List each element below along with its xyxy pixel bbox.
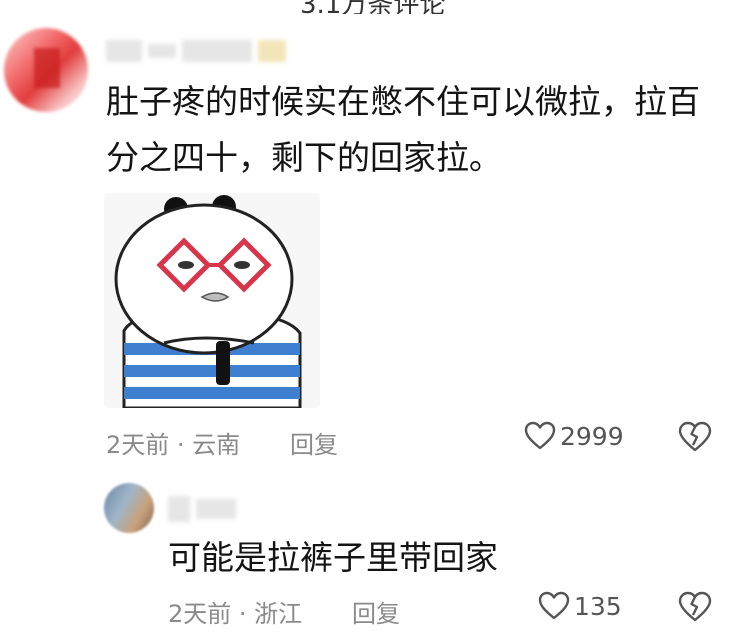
like-count: 135	[574, 591, 622, 621]
broken-heart-icon	[678, 421, 712, 452]
heart-outline-icon	[538, 591, 570, 620]
header-title-clipped: 3.1万条评论	[0, 0, 746, 14]
reply-button[interactable]: 回复	[290, 425, 338, 460]
dislike-button[interactable]	[678, 591, 712, 627]
panda-sticker-icon	[104, 193, 320, 408]
avatar[interactable]	[4, 28, 88, 112]
sticker-image[interactable]	[104, 193, 320, 408]
comment-meta: 2天前 · 浙江	[168, 600, 303, 628]
like-button[interactable]: 2999	[524, 421, 624, 451]
comment-text: 可能是拉裤子里带回家	[168, 538, 498, 577]
comment-text: 肚子疼的时候实在憋不住可以微拉，拉百分之四十，剩下的回家拉。	[106, 82, 700, 177]
username-blurred[interactable]	[106, 40, 286, 62]
heart-outline-icon	[524, 421, 556, 450]
like-count: 2999	[560, 421, 624, 451]
reply-button[interactable]: 回复	[352, 594, 400, 629]
avatar[interactable]	[104, 483, 154, 533]
broken-heart-icon	[678, 591, 712, 622]
header-title: 3.1万条评论	[300, 0, 445, 14]
comment-meta: 2天前 · 云南	[106, 431, 241, 459]
username-blurred[interactable]	[168, 496, 236, 522]
like-button[interactable]: 135	[538, 591, 622, 621]
dislike-button[interactable]	[678, 421, 712, 457]
